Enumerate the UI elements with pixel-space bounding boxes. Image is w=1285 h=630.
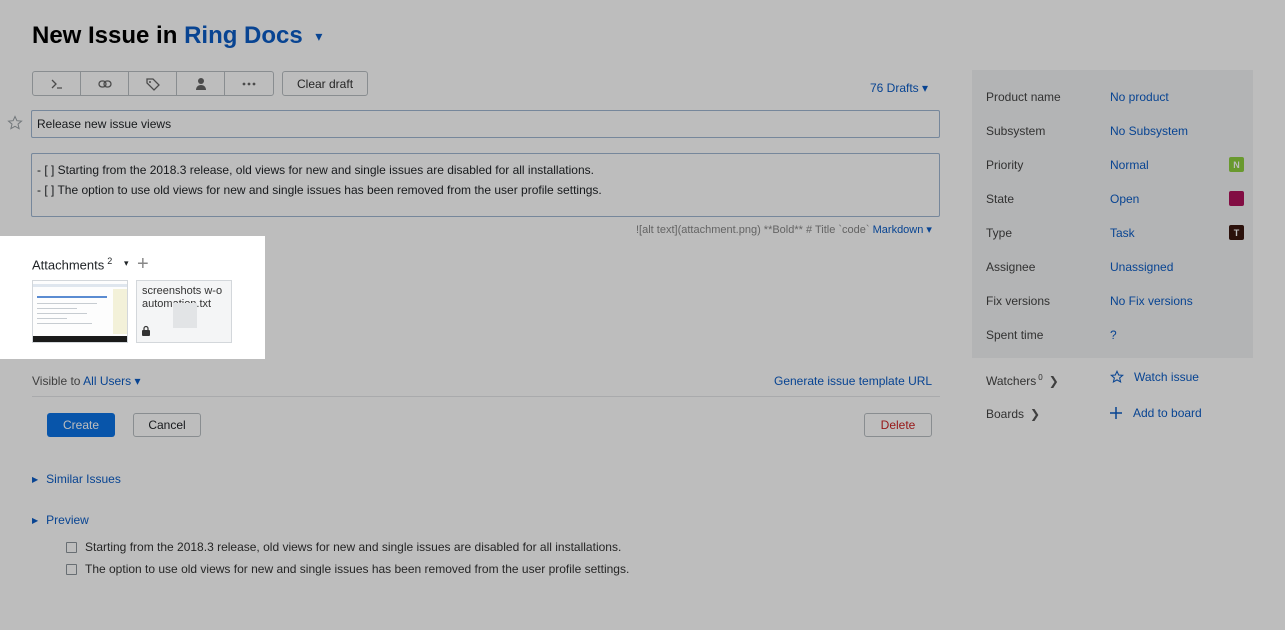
thumbnail-line	[37, 308, 77, 309]
thumbnail-sidebar	[113, 289, 127, 334]
tag-icon[interactable]	[129, 72, 177, 95]
drafts-dropdown[interactable]: 76 Drafts ▾	[870, 81, 928, 95]
toolbar-button-group	[32, 71, 274, 96]
project-caret-icon[interactable]: ▾	[315, 28, 322, 44]
preview-checklist-item: Starting from the 2018.3 release, old vi…	[66, 540, 621, 554]
visible-to-label: Visible to	[32, 374, 81, 388]
star-icon[interactable]	[7, 115, 23, 131]
create-button[interactable]: Create	[47, 413, 115, 437]
field-label: Subsystem	[986, 124, 1046, 138]
attachments-label[interactable]: Attachments 2	[32, 256, 112, 272]
field-label: Assignee	[986, 260, 1036, 274]
attachments-label-text: Attachments	[32, 257, 105, 273]
divider	[32, 396, 940, 397]
field-label: Priority	[986, 158, 1024, 172]
more-icon[interactable]	[225, 72, 273, 95]
checkbox[interactable]	[66, 563, 77, 575]
clear-draft-button[interactable]: Clear draft	[282, 71, 369, 96]
field-value[interactable]: No Subsystem	[1110, 124, 1188, 138]
attachments-count: 2	[107, 256, 113, 266]
description-field[interactable]: - [ ] Starting from the 2018.3 release, …	[31, 153, 940, 217]
boards-toggle[interactable]: Boards ❯	[986, 407, 1040, 421]
field-value[interactable]: ?	[1110, 328, 1117, 342]
thumbnail-line	[37, 318, 67, 319]
field-value[interactable]: Open	[1110, 192, 1139, 206]
thumbnail-highlight	[37, 296, 107, 298]
field-label: Product name	[986, 90, 1061, 104]
description-line: - [ ] The option to use old views for ne…	[37, 183, 602, 197]
project-selector[interactable]: Ring Docs	[184, 22, 303, 49]
boards-label: Boards	[986, 407, 1025, 421]
attachment-image-thumbnail[interactable]	[32, 280, 128, 343]
description-line: - [ ] Starting from the 2018.3 release, …	[37, 163, 594, 177]
new-issue-page: New Issue in Ring Docs ▾ Clear draft 76 …	[0, 0, 1285, 630]
preview-item-text: Starting from the 2018.3 release, old vi…	[85, 540, 622, 554]
summary-input[interactable]: Release new issue views	[31, 110, 940, 138]
thumbnail-footer	[33, 336, 127, 342]
field-value[interactable]: Unassigned	[1110, 260, 1173, 274]
delete-button[interactable]: Delete	[864, 413, 932, 437]
add-to-board-label: Add to board	[1133, 406, 1202, 420]
issue-fields-panel: Product name No product Subsystem No Sub…	[972, 70, 1253, 358]
field-label: State	[986, 192, 1015, 206]
generate-template-url-link[interactable]: Generate issue template URL	[774, 374, 932, 388]
link-icon[interactable]	[81, 72, 129, 95]
preview-checklist-item: The option to use old views for new and …	[66, 562, 629, 576]
title-prefix: New Issue in	[32, 22, 178, 49]
watchers-toggle[interactable]: Watchers 0 ❯	[986, 373, 1059, 388]
watchers-label: Watchers	[986, 374, 1037, 388]
star-icon	[1110, 370, 1124, 383]
thumbnail-line	[37, 313, 87, 314]
watchers-count: 0	[1038, 373, 1043, 382]
user-icon[interactable]	[177, 72, 225, 95]
markdown-hint-text: ![alt text](attachment.png) **Bold** # T…	[636, 224, 870, 236]
field-value[interactable]: No product	[1110, 90, 1169, 104]
chevron-right-icon: ❯	[1048, 374, 1059, 388]
field-value[interactable]: Task	[1110, 226, 1135, 240]
cancel-button[interactable]: Cancel	[133, 413, 201, 437]
watch-issue-button[interactable]: Watch issue	[1110, 370, 1199, 384]
attachment-file-thumbnail[interactable]: screenshots w-o automation.txt	[136, 280, 232, 343]
field-label: Type	[986, 226, 1013, 240]
visibility-selector: Visible to All Users ▾	[32, 374, 141, 388]
page-title: New Issue in Ring Docs ▾	[32, 22, 322, 50]
field-label: Spent time	[986, 328, 1044, 342]
expand-icon: ▶	[32, 475, 39, 485]
lock-icon	[142, 325, 150, 336]
attachments-panel: Attachments2 ▾ + screenshots w-o automat…	[0, 236, 265, 359]
watch-issue-label: Watch issue	[1134, 370, 1199, 384]
field-label: Fix versions	[986, 294, 1051, 308]
thumbnail-header	[33, 284, 127, 287]
similar-issues-label: Similar Issues	[46, 472, 121, 486]
markdown-dropdown[interactable]: Markdown ▾	[873, 224, 932, 236]
add-attachment-icon[interactable]: +	[137, 254, 149, 274]
attachments-caret-icon[interactable]: ▾	[124, 258, 129, 269]
type-badge: T	[1229, 225, 1244, 240]
thumbnail-line	[37, 303, 97, 304]
preview-toggle[interactable]: ▶ Preview	[32, 513, 89, 527]
state-badge	[1229, 191, 1244, 206]
preview-label: Preview	[46, 513, 89, 527]
field-value[interactable]: No Fix versions	[1110, 294, 1193, 308]
similar-issues-toggle[interactable]: ▶ Similar Issues	[32, 472, 121, 486]
field-value[interactable]: Normal	[1110, 158, 1149, 172]
terminal-icon[interactable]	[33, 72, 81, 95]
file-placeholder	[173, 303, 197, 328]
dim-overlay	[0, 359, 1285, 630]
chevron-right-icon: ❯	[1030, 407, 1041, 421]
checkbox[interactable]	[66, 541, 77, 553]
add-to-board-button[interactable]: Add to board	[1109, 406, 1202, 420]
editor-toolbar: Clear draft	[32, 71, 369, 96]
visibility-dropdown[interactable]: All Users ▾	[83, 374, 140, 388]
thumbnail-line	[37, 323, 92, 324]
plus-icon	[1110, 407, 1122, 419]
markdown-hint: ![alt text](attachment.png) **Bold** # T…	[636, 223, 932, 236]
expand-icon: ▶	[32, 516, 39, 526]
priority-badge: N	[1229, 157, 1244, 172]
preview-item-text: The option to use old views for new and …	[85, 562, 630, 576]
